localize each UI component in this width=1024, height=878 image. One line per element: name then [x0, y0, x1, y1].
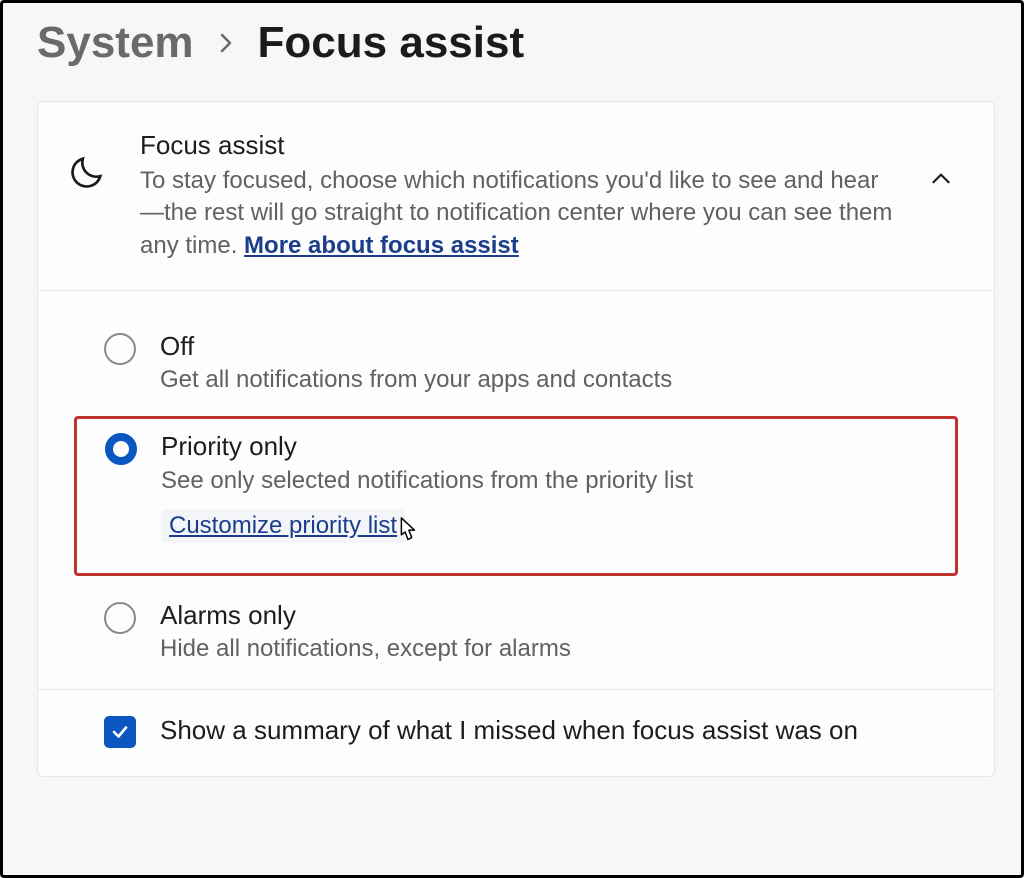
breadcrumb-current: Focus assist: [258, 21, 525, 65]
breadcrumb: System Focus assist: [37, 21, 995, 65]
option-alarms-title: Alarms only: [160, 600, 948, 631]
chevron-right-icon: [214, 27, 238, 61]
focus-assist-header[interactable]: Focus assist To stay focused, choose whi…: [38, 102, 994, 291]
pointer-cursor-icon: [392, 515, 422, 554]
option-alarms-desc: Hide all notifications, except for alarm…: [160, 635, 948, 663]
option-priority-desc: See only selected notifications from the…: [161, 467, 945, 495]
radio-alarms-only[interactable]: [104, 602, 136, 634]
option-priority-only[interactable]: Priority only See only selected notifica…: [74, 416, 958, 575]
header-title: Focus assist: [140, 130, 902, 161]
more-about-focus-assist-link[interactable]: More about focus assist: [244, 232, 519, 259]
focus-assist-options: Off Get all notifications from your apps…: [38, 291, 994, 690]
option-off-title: Off: [160, 331, 948, 362]
summary-checkbox[interactable]: [104, 716, 136, 748]
option-priority-title: Priority only: [161, 431, 945, 462]
radio-off[interactable]: [104, 333, 136, 365]
option-off-desc: Get all notifications from your apps and…: [160, 366, 948, 394]
summary-label: Show a summary of what I missed when foc…: [160, 714, 858, 748]
focus-assist-card: Focus assist To stay focused, choose whi…: [37, 101, 995, 777]
chevron-up-icon[interactable]: [928, 166, 958, 197]
customize-priority-list-link[interactable]: Customize priority list: [161, 509, 405, 543]
summary-row[interactable]: Show a summary of what I missed when foc…: [38, 690, 994, 776]
header-description: To stay focused, choose which notificati…: [140, 165, 902, 262]
moon-icon: [60, 152, 114, 192]
option-off[interactable]: Off Get all notifications from your apps…: [74, 317, 958, 408]
breadcrumb-parent[interactable]: System: [37, 21, 194, 65]
option-alarms-only[interactable]: Alarms only Hide all notifications, exce…: [74, 586, 958, 677]
radio-priority-only[interactable]: [105, 433, 137, 465]
